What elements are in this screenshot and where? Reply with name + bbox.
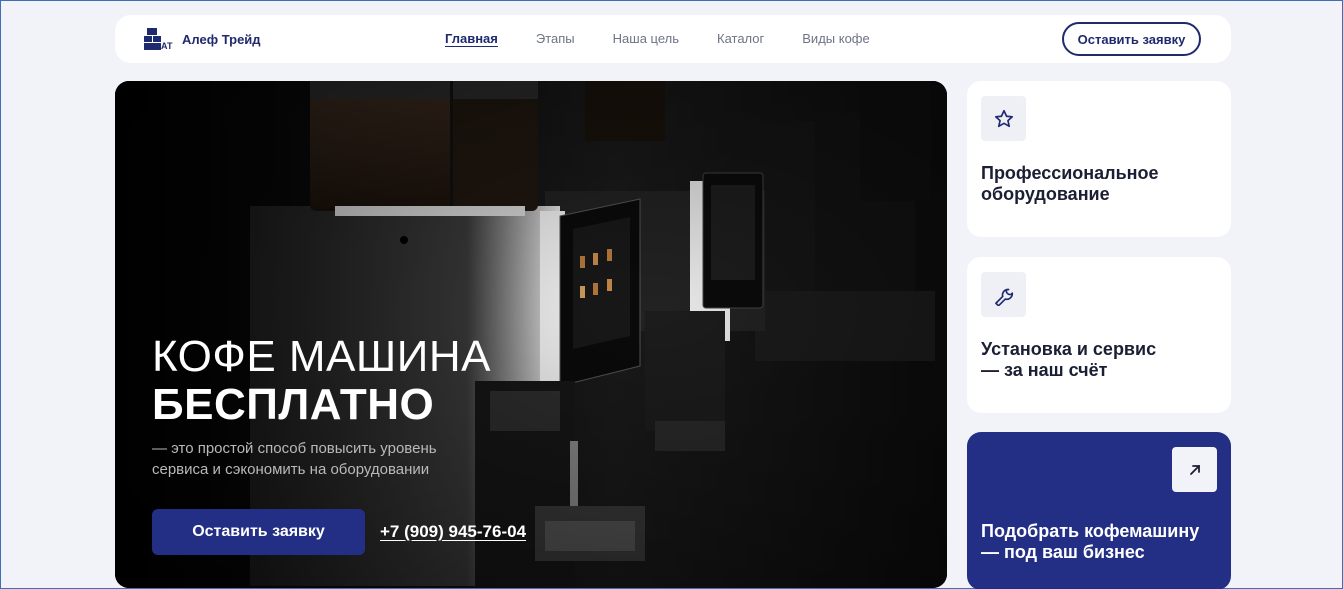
hero-title-line1: КОФЕ МАШИНА xyxy=(152,332,491,381)
site-header: АТ Алеф Трейд Главная Этапы Наша цель Ка… xyxy=(115,15,1231,63)
nav-item-stages[interactable]: Этапы xyxy=(536,31,575,46)
hero-request-button[interactable]: Оставить заявку xyxy=(152,509,365,555)
wrench-icon xyxy=(981,272,1026,317)
hero-banner: КОФЕ МАШИНА БЕСПЛАТНО — это простой спос… xyxy=(115,81,947,588)
header-request-button[interactable]: Оставить заявку xyxy=(1062,22,1201,56)
hero-subtitle: — это простой способ повысить уровень се… xyxy=(152,440,437,478)
phone-link[interactable]: +7 (909) 945-76-04 xyxy=(380,522,526,542)
hero-title-line2: БЕСПЛАТНО xyxy=(152,380,435,429)
nav-item-catalog[interactable]: Каталог xyxy=(717,31,764,46)
nav-item-coffee-types[interactable]: Виды кофе xyxy=(802,31,869,46)
feature-card-title: Профессиональное оборудование xyxy=(981,163,1159,204)
star-icon xyxy=(981,96,1026,141)
logo[interactable]: АТ Алеф Трейд xyxy=(144,28,261,51)
brand-name: Алеф Трейд xyxy=(182,31,261,47)
logo-icon: АТ xyxy=(144,28,174,51)
pick-machine-card[interactable]: Подобрать кофемашину — под ваш бизнес xyxy=(967,432,1231,589)
nav-item-goal[interactable]: Наша цель xyxy=(613,31,679,46)
arrow-up-right-icon xyxy=(1172,447,1217,492)
main-nav: Главная Этапы Наша цель Каталог Виды коф… xyxy=(445,31,870,46)
nav-item-home[interactable]: Главная xyxy=(445,31,498,46)
logo-mark: АТ xyxy=(161,41,173,50)
feature-card-equipment: Профессиональное оборудование xyxy=(967,81,1231,237)
feature-card-service: Установка и сервис — за наш счёт xyxy=(967,257,1231,413)
feature-card-title: Установка и сервис — за наш счёт xyxy=(981,339,1157,380)
pick-machine-title: Подобрать кофемашину — под ваш бизнес xyxy=(981,521,1200,562)
